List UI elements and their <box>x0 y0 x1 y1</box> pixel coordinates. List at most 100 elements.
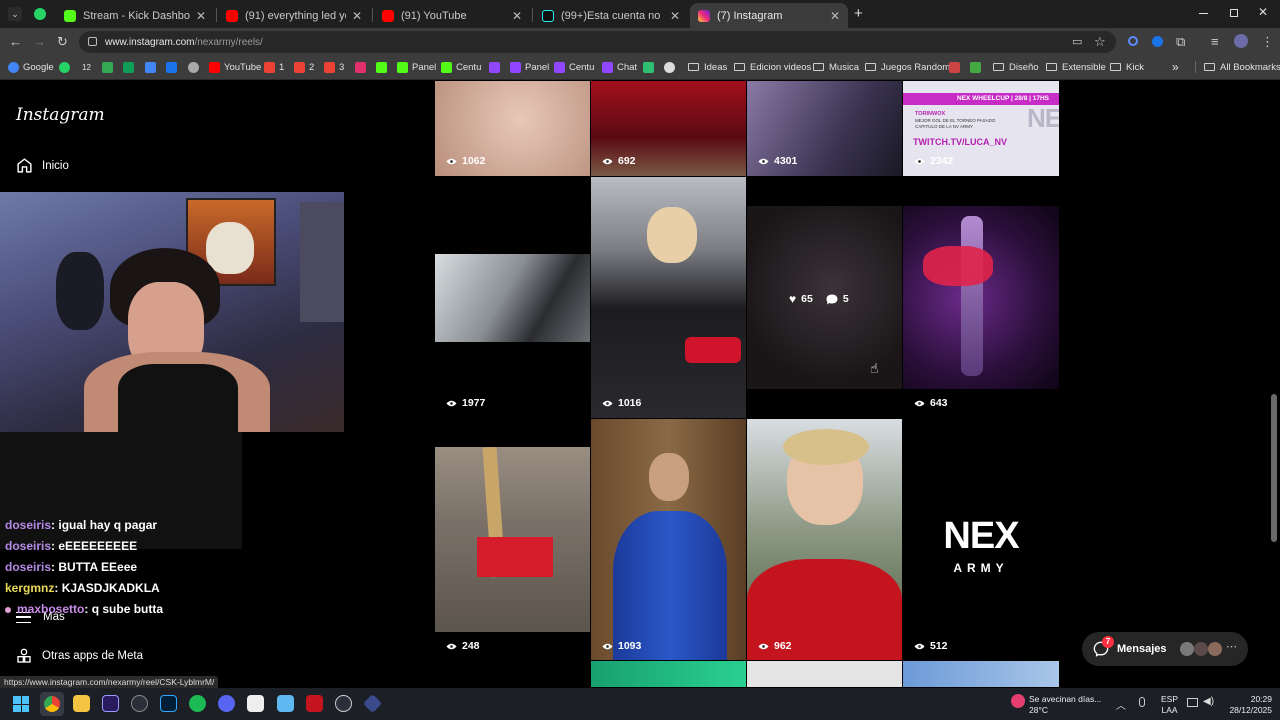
instagram-logo[interactable]: Instagram <box>16 105 105 125</box>
reel-tile[interactable] <box>435 177 590 418</box>
bookmark-calendar[interactable] <box>166 60 181 74</box>
bookmark-drive[interactable] <box>102 60 117 74</box>
reel-tile[interactable] <box>903 206 1059 389</box>
reel-tile-hovered[interactable]: ♥ 65 5 <box>747 206 902 389</box>
reel-tile[interactable] <box>591 177 746 418</box>
minimize-icon[interactable] <box>1199 13 1208 14</box>
page-scrollbar[interactable] <box>1271 394 1277 542</box>
bookmark-twitch-chat[interactable]: Chat <box>602 60 637 74</box>
nav-meta-apps[interactable]: Otras apps de Meta <box>16 648 143 664</box>
file-explorer-icon[interactable] <box>73 695 90 712</box>
tab-tiktok[interactable]: (99+)Esta cuenta no se encuen ✕ <box>534 3 688 28</box>
bookmark-12[interactable]: 12 <box>82 60 91 74</box>
tray-chevron-icon[interactable]: ︿ <box>1116 697 1126 712</box>
reel-tile[interactable] <box>591 661 746 687</box>
tab-search-icon[interactable]: ⌄ <box>8 7 22 21</box>
tab-kick-dashboard[interactable]: Stream - Kick Dashboard ✕ <box>56 3 214 28</box>
extension-icon[interactable] <box>1128 36 1138 46</box>
app-icon[interactable] <box>131 695 148 712</box>
app-icon[interactable] <box>335 695 352 712</box>
window-close-icon[interactable]: ✕ <box>1258 5 1268 19</box>
messages-badge: 7 <box>1102 636 1114 648</box>
cast-icon[interactable]: ▭ <box>1072 34 1082 50</box>
bookmark-kick-panel[interactable]: Panel <box>397 60 436 74</box>
back-icon[interactable]: ← <box>9 34 22 50</box>
bookmark-star-icon[interactable]: ☆ <box>1094 34 1106 50</box>
photoshop-icon[interactable] <box>160 695 177 712</box>
bookmark-discord[interactable] <box>664 60 679 74</box>
bookmark-folder-extensible[interactable]: Extensible <box>1046 60 1106 74</box>
weather-text[interactable]: Se avecinan días... 28°C <box>1029 694 1101 716</box>
weather-icon[interactable] <box>1011 694 1025 708</box>
new-tab-button[interactable]: + <box>854 5 863 22</box>
site-info-icon[interactable] <box>88 37 97 46</box>
network-icon[interactable] <box>1187 698 1198 707</box>
bookmark-docs[interactable] <box>145 60 160 74</box>
bookmark-gmail-3[interactable]: 3 <box>324 60 344 74</box>
tab-youtube-video[interactable]: (91) everything led you here - Y ✕ <box>218 3 370 28</box>
bookmark-instagram[interactable] <box>355 60 370 74</box>
bookmark-folder-musica[interactable]: Musica <box>813 60 859 74</box>
tab-list-icon[interactable]: ≡ <box>1211 34 1219 50</box>
profile-avatar[interactable] <box>1234 34 1248 48</box>
bookmark-folder-diseno[interactable]: Diseño <box>993 60 1039 74</box>
bookmark-google[interactable]: Google <box>8 60 54 74</box>
bookmark-folder-ideas[interactable]: Ideas <box>688 60 727 74</box>
reel-tile[interactable] <box>903 661 1059 687</box>
clock[interactable]: 20:29 28/12/2025 <box>1222 694 1272 716</box>
discord-icon[interactable] <box>218 695 235 712</box>
messages-button[interactable]: 7 Mensajes ⋯ <box>1082 632 1248 666</box>
volume-icon[interactable]: ◀) <box>1203 696 1214 707</box>
bookmark-whatsapp[interactable] <box>59 60 74 74</box>
bookmark-twitch-centu[interactable]: Centu <box>554 60 594 74</box>
bookmark-gmail-1[interactable]: 1 <box>264 60 284 74</box>
tab-youtube[interactable]: (91) YouTube ✕ <box>374 3 530 28</box>
bookmark-kick[interactable] <box>376 60 391 74</box>
avatar <box>1180 642 1194 656</box>
reel-tile-brand[interactable]: NEX ARMY <box>903 419 1059 660</box>
microphone-icon[interactable] <box>1139 697 1145 707</box>
bookmark-app[interactable] <box>643 60 658 74</box>
forward-icon[interactable]: → <box>33 34 46 50</box>
windows-start-icon[interactable] <box>13 696 29 712</box>
whatsapp-tab-icon[interactable] <box>34 8 46 20</box>
bookmark-icon-misc[interactable] <box>949 60 964 74</box>
premiere-icon[interactable] <box>102 695 119 712</box>
extension-icon[interactable] <box>1152 36 1163 47</box>
bookmark-youtube[interactable]: YouTube <box>209 60 261 74</box>
nav-home[interactable]: Inicio <box>16 157 69 174</box>
close-icon[interactable]: ✕ <box>352 9 362 23</box>
bookmark-twitch[interactable] <box>489 60 504 74</box>
bookmark-openai[interactable] <box>188 60 203 74</box>
close-icon[interactable]: ✕ <box>512 9 522 23</box>
reel-tile[interactable] <box>435 447 590 632</box>
tab-instagram[interactable]: (7) Instagram ✕ <box>690 3 848 28</box>
notepad-icon[interactable] <box>277 695 294 712</box>
reel-tile[interactable] <box>591 419 746 660</box>
all-bookmarks-button[interactable]: All Bookmarks <box>1204 60 1280 74</box>
bookmark-folder-edicion[interactable]: Edicion videos <box>734 60 811 74</box>
close-icon[interactable]: ✕ <box>830 9 840 23</box>
language-indicator[interactable]: ESP LAA <box>1161 694 1178 716</box>
bookmark-sheets[interactable] <box>123 60 138 74</box>
menu-dots-icon[interactable]: ⋮ <box>1261 34 1274 50</box>
bookmarks-overflow[interactable]: » <box>1172 60 1179 74</box>
bookmark-folder-juegos[interactable]: Juegos Random <box>865 60 950 74</box>
reel-tile[interactable] <box>747 419 902 660</box>
extensions-puzzle-icon[interactable]: ⧉ <box>1176 34 1185 50</box>
spotify-icon[interactable] <box>189 695 206 712</box>
bookmark-twitch-panel[interactable]: Panel <box>510 60 549 74</box>
app-icon[interactable] <box>306 695 323 712</box>
bookmark-icon-misc2[interactable] <box>970 60 985 74</box>
reel-tile[interactable] <box>747 661 902 687</box>
close-icon[interactable]: ✕ <box>670 9 680 23</box>
bookmark-gmail-2[interactable]: 2 <box>294 60 314 74</box>
url-text[interactable]: www.instagram.com/nexarmy/reels/ <box>105 37 263 48</box>
notion-icon[interactable] <box>247 695 264 712</box>
bookmark-kick-centu[interactable]: Centu <box>441 60 481 74</box>
restore-icon[interactable] <box>1230 9 1238 17</box>
reload-icon[interactable]: ↻ <box>57 34 68 50</box>
bookmark-folder-kick[interactable]: Kick <box>1110 60 1144 74</box>
close-icon[interactable]: ✕ <box>196 9 206 23</box>
chat-username: maxbosetto <box>17 602 85 616</box>
